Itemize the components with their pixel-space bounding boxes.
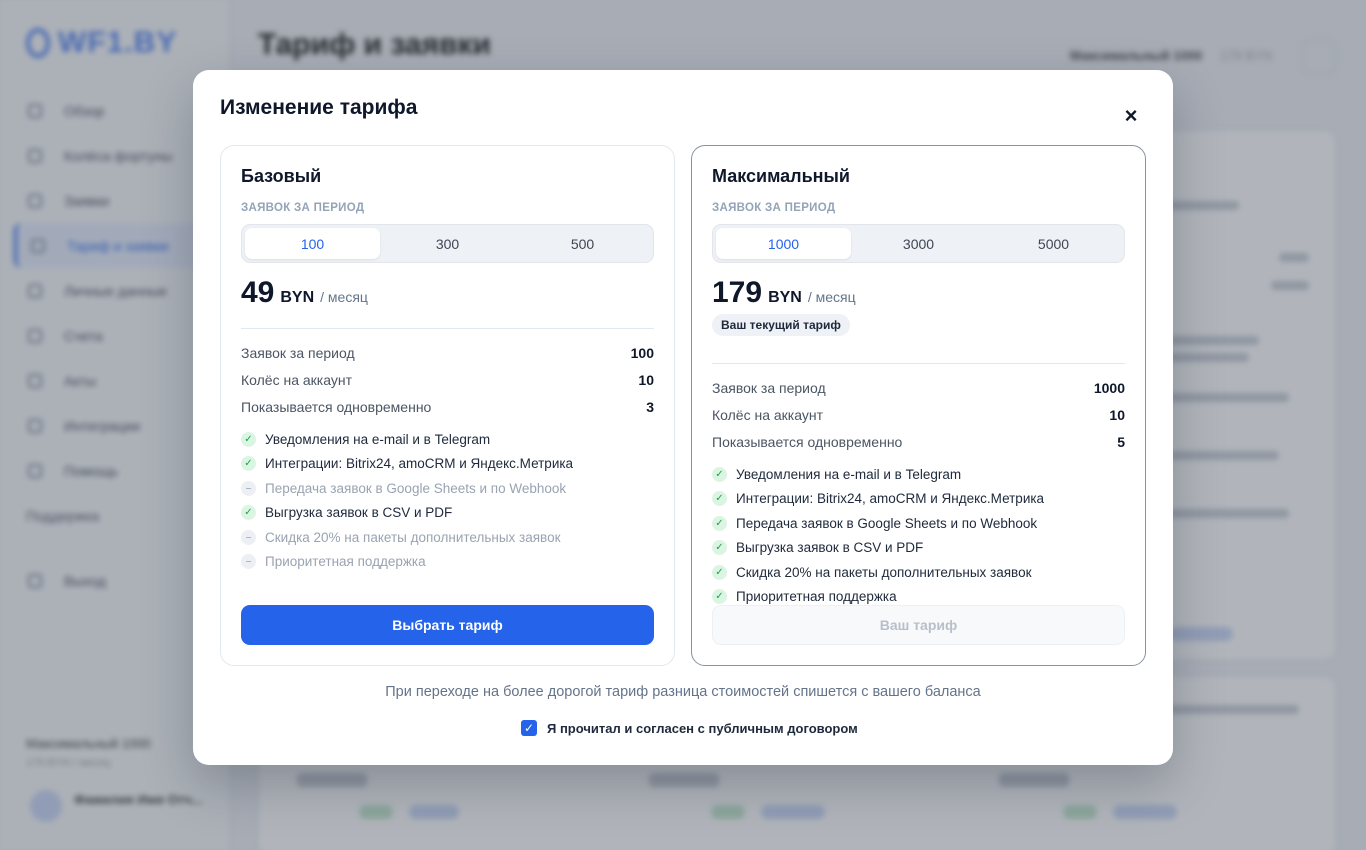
feature-item: ✓ Выгрузка заявок в CSV и PDF — [241, 501, 661, 526]
feature-item: – Приоритетная поддержка — [241, 550, 661, 575]
modal-title: Изменение тарифа — [220, 96, 418, 119]
feature-item: ✓ Интеграции: Bitrix24, amoCRM и Яндекс.М… — [712, 487, 1132, 512]
check-icon: ✓ — [712, 466, 727, 482]
check-icon: ✓ — [241, 505, 256, 521]
check-icon: ✓ — [241, 431, 256, 447]
stat-row: Заявок за период 1000 — [712, 380, 1125, 396]
agreement-label[interactable]: Я прочитал и согласен с публичным догово… — [547, 721, 858, 736]
dash-icon: – — [241, 480, 256, 496]
feature-item: ✓ Скидка 20% на пакеты дополнительных зая… — [712, 560, 1132, 585]
period-option-500[interactable]: 500 — [515, 228, 650, 259]
current-plan-badge: Ваш текущий тариф — [712, 314, 850, 336]
price-period: / месяц — [320, 289, 368, 305]
change-tariff-modal: Изменение тарифа × Базовый ЗАЯВОК ЗА ПЕР… — [193, 70, 1173, 765]
select-plan-button[interactable]: Выбрать тариф — [241, 605, 654, 645]
period-option-100[interactable]: 100 — [245, 228, 380, 259]
stat-row: Показывается одновременно 3 — [241, 399, 654, 415]
feature-item: ✓ Уведомления на e-mail и в Telegram — [712, 462, 1132, 487]
check-icon: ✓ — [241, 456, 256, 472]
price-amount: 49 — [241, 276, 275, 309]
period-option-3000[interactable]: 3000 — [851, 228, 986, 259]
feature-list: ✓ Уведомления на e-mail и в Telegram ✓ Инт… — [241, 427, 661, 574]
feature-list: ✓ Уведомления на e-mail и в Telegram ✓ Инт… — [712, 462, 1132, 609]
divider — [712, 363, 1125, 364]
dash-icon: – — [241, 529, 256, 545]
price-currency: BYN — [768, 289, 802, 306]
plan-card-maximum: Максимальный ЗАЯВОК ЗА ПЕРИОД 1000 3000 … — [691, 145, 1146, 666]
plan-price: 49 BYN / месяц — [241, 276, 368, 310]
check-icon: ✓ — [712, 589, 727, 605]
close-icon: × — [1124, 103, 1138, 128]
check-icon: ✓ — [523, 721, 535, 735]
price-currency: BYN — [280, 289, 315, 306]
plan-name: Максимальный — [712, 166, 850, 186]
price-period: / месяц — [807, 289, 856, 305]
period-label: ЗАЯВОК ЗА ПЕРИОД — [241, 202, 365, 214]
feature-item: – Передача заявок в Google Sheets и по We… — [241, 476, 661, 501]
stat-row: Заявок за период 100 — [241, 345, 654, 361]
check-icon: ✓ — [712, 515, 727, 531]
check-icon: ✓ — [712, 564, 727, 580]
agreement-row: ✓ Я прочитал и согласен с публичным дого… — [521, 720, 858, 736]
period-option-1000[interactable]: 1000 — [716, 228, 851, 259]
plan-card-basic: Базовый ЗАЯВОК ЗА ПЕРИОД 100 300 500 49 … — [220, 145, 675, 666]
stat-row: Показывается одновременно 5 — [712, 434, 1125, 450]
period-selector: 100 300 500 — [241, 224, 654, 263]
plan-name: Базовый — [241, 166, 322, 186]
stat-row: Колёс на аккаунт 10 — [712, 407, 1125, 423]
feature-item: ✓ Передача заявок в Google Sheets и по We… — [712, 511, 1132, 536]
feature-item: ✓ Интеграции: Bitrix24, amoCRM и Яндекс.М… — [241, 452, 661, 477]
feature-item: – Скидка 20% на пакеты дополнительных зая… — [241, 525, 661, 550]
price-amount: 179 — [712, 276, 763, 309]
stat-row: Колёс на аккаунт 10 — [241, 372, 654, 388]
check-icon: ✓ — [712, 540, 727, 556]
dash-icon: – — [241, 554, 256, 570]
plan-price: 179 BYN / месяц — [712, 276, 856, 310]
close-button[interactable]: × — [1117, 102, 1145, 130]
feature-item: ✓ Уведомления на e-mail и в Telegram — [241, 427, 661, 452]
balance-note: При переходе на более дорогой тариф разн… — [385, 684, 981, 700]
divider — [241, 328, 654, 329]
current-plan-button: Ваш тариф — [712, 605, 1125, 645]
period-option-300[interactable]: 300 — [380, 228, 515, 259]
period-option-5000[interactable]: 5000 — [986, 228, 1121, 259]
agreement-checkbox[interactable]: ✓ — [521, 720, 537, 736]
feature-item: ✓ Выгрузка заявок в CSV и PDF — [712, 536, 1132, 561]
period-selector: 1000 3000 5000 — [712, 224, 1125, 263]
check-icon: ✓ — [712, 491, 727, 507]
period-label: ЗАЯВОК ЗА ПЕРИОД — [712, 202, 836, 214]
